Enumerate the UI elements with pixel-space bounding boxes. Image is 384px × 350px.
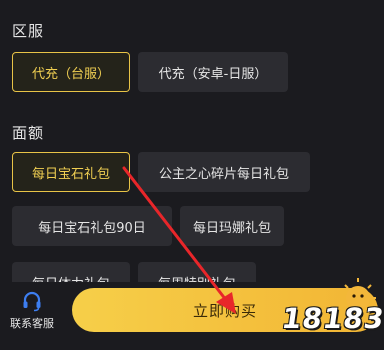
buy-now-button[interactable]: 立即购买	[72, 288, 378, 332]
region-title: 区服	[12, 22, 45, 40]
denomination-option-princess-heart[interactable]: 公主之心碎片每日礼包	[138, 152, 310, 192]
region-option-taiwan[interactable]: 代充（台服）	[12, 52, 130, 92]
region-option-android-japan[interactable]: 代充（安卓-日服）	[138, 52, 288, 92]
denomination-option-daily-gem-90[interactable]: 每日宝石礼包90日	[12, 206, 172, 246]
customer-service-button[interactable]: 联系客服	[4, 290, 60, 338]
denomination-option-daily-gem[interactable]: 每日宝石礼包	[12, 152, 130, 192]
denomination-option-daily-mana[interactable]: 每日玛娜礼包	[180, 206, 284, 246]
customer-service-label: 联系客服	[10, 317, 54, 330]
denomination-title: 面额	[12, 124, 45, 142]
headset-icon	[21, 290, 43, 312]
